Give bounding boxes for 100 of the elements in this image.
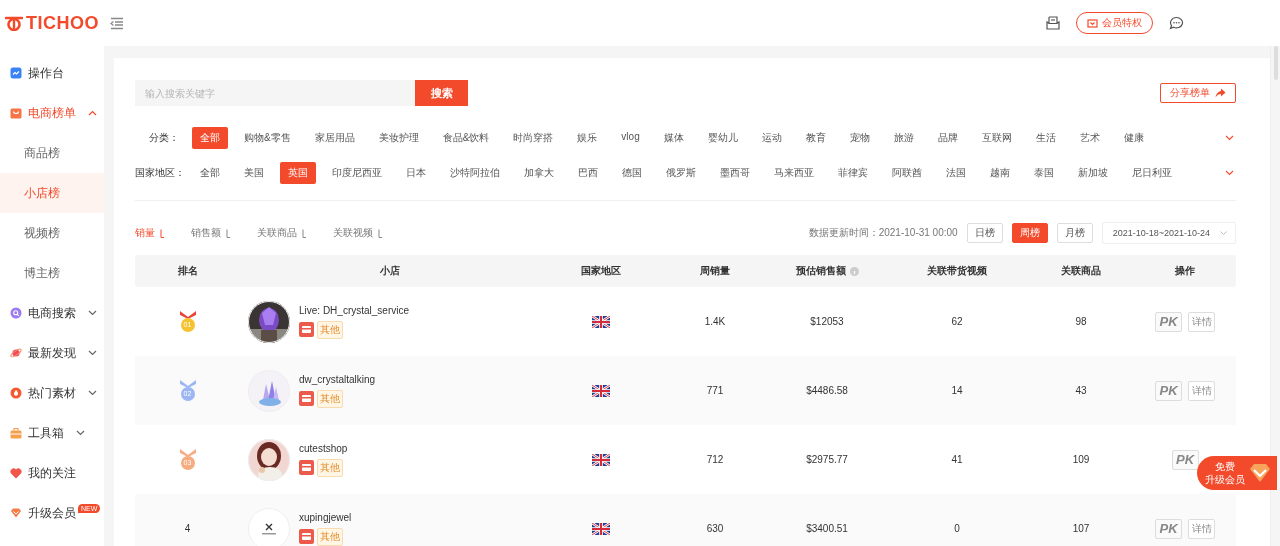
filter-option[interactable]: 宠物 — [841, 126, 878, 149]
filter-option[interactable]: 婴幼儿 — [699, 126, 746, 149]
chevron-icon — [88, 390, 97, 396]
diamond-icon — [1248, 463, 1272, 483]
nav-item[interactable]: 最新发现 — [0, 333, 104, 373]
detail-button[interactable]: 详情 — [1188, 518, 1215, 539]
table-cell: 41 — [951, 454, 963, 465]
column-header: 小店 — [380, 264, 400, 278]
uk-flag-icon — [592, 522, 610, 535]
filter-option[interactable]: 媒体 — [655, 126, 692, 149]
column-header: 国家地区 — [581, 264, 621, 278]
filter-option[interactable]: 教育 — [797, 126, 834, 149]
filter-option[interactable]: 品牌 — [929, 126, 966, 149]
filter-option[interactable]: 越南 — [982, 161, 1018, 184]
detail-button[interactable]: 详情 — [1188, 311, 1215, 332]
filter-option[interactable]: 互联网 — [973, 126, 1020, 149]
filter-option[interactable]: 马来西亚 — [766, 161, 822, 184]
search-button[interactable]: 搜索 — [415, 80, 468, 106]
sort-tab[interactable]: 销售额 — [191, 226, 231, 240]
filter-option[interactable]: 购物&零售 — [236, 126, 299, 149]
filter-option[interactable]: 印度尼西亚 — [324, 161, 390, 184]
period-button[interactable]: 月榜 — [1056, 223, 1093, 243]
filter-option[interactable]: 全部 — [192, 161, 228, 184]
filter-option[interactable]: 阿联酋 — [884, 161, 930, 184]
expand-chevron-icon[interactable] — [1225, 134, 1234, 141]
uk-flag-icon — [592, 315, 610, 328]
scrollbar[interactable] — [1270, 46, 1280, 546]
filter-option[interactable]: 德国 — [614, 161, 650, 184]
expand-chevron-icon[interactable] — [1225, 169, 1234, 176]
filter-option[interactable]: 美国 — [236, 161, 272, 184]
filter-option[interactable]: 法国 — [938, 161, 974, 184]
filter-option[interactable]: 巴西 — [570, 161, 606, 184]
filter-label: 分类： — [148, 130, 179, 145]
filter-option[interactable]: 新加坡 — [1070, 161, 1116, 184]
filter-option[interactable]: 娱乐 — [569, 126, 606, 149]
period-button[interactable]: 日榜 — [966, 223, 1003, 243]
filter-option[interactable]: 食品&饮料 — [434, 126, 498, 149]
filter-option[interactable]: 墨西哥 — [712, 161, 758, 184]
filter-option[interactable]: 菲律宾 — [830, 161, 876, 184]
shop-name[interactable]: xupingjewel — [299, 511, 352, 523]
filter-option[interactable]: 艺术 — [1071, 126, 1108, 149]
upgrade-promo-button[interactable]: 免费 升级会员 — [1197, 456, 1277, 490]
shop-name[interactable]: dw_crystaltalking — [299, 373, 376, 385]
table-cell: 107 — [1072, 523, 1090, 534]
filter-option[interactable]: 时尚穿搭 — [505, 126, 562, 149]
table-cell: 630 — [706, 523, 724, 534]
chevron-icon — [88, 310, 97, 316]
table-cell: $4486.58 — [806, 385, 848, 396]
nav-icon — [10, 427, 22, 439]
filter-option[interactable]: vlog — [613, 126, 648, 149]
nav-subitem[interactable]: 博主榜 — [0, 253, 104, 293]
vip-button[interactable]: 会员特权 — [1076, 12, 1153, 34]
nav-item[interactable]: 电商榜单 — [0, 93, 104, 133]
period-button[interactable]: 周榜 — [1011, 223, 1048, 243]
table-cell: 109 — [1072, 454, 1090, 465]
nav-item[interactable]: 操作台 — [0, 53, 104, 93]
filter-option[interactable]: 英国 — [280, 161, 316, 184]
nav-subitem[interactable]: 商品榜 — [0, 133, 104, 173]
inbox-icon[interactable] — [1046, 16, 1060, 30]
filter-option[interactable]: 泰国 — [1026, 161, 1062, 184]
table-cell: 14 — [951, 385, 963, 396]
nav-subitem[interactable]: 视频榜 — [0, 213, 104, 253]
filter-option[interactable]: 生活 — [1027, 126, 1064, 149]
filter-option[interactable]: 加拿大 — [516, 161, 562, 184]
collapse-menu-icon[interactable] — [110, 16, 124, 30]
chat-icon[interactable] — [1169, 16, 1184, 30]
table-cell: 712 — [706, 454, 724, 465]
filter-option[interactable]: 运动 — [753, 126, 790, 149]
nav-icon — [10, 387, 22, 399]
shop-icon — [299, 322, 314, 337]
chevron-icon — [76, 430, 85, 436]
nav-item[interactable]: 工具箱 — [0, 413, 104, 453]
share-button[interactable]: 分享榜单 — [1160, 83, 1236, 103]
logo-icon — [5, 15, 23, 31]
nav-item[interactable]: 我的关注 — [0, 453, 104, 493]
filter-option[interactable]: 俄罗斯 — [658, 161, 704, 184]
filter-option[interactable]: 旅游 — [885, 126, 922, 149]
logo[interactable]: TICHOO — [0, 12, 110, 34]
sort-tab[interactable]: 关联视频 — [333, 226, 383, 240]
filter-option[interactable]: 家居用品 — [306, 126, 363, 149]
table-cell: 771 — [706, 385, 724, 396]
shop-name[interactable]: Live: DH_crystal_service — [299, 304, 410, 316]
nav-item[interactable]: 电商搜索 — [0, 293, 104, 333]
scroll-thumb[interactable] — [1273, 46, 1278, 80]
sort-tab[interactable]: 关联商品 — [257, 226, 307, 240]
filter-option[interactable]: 美妆护理 — [370, 126, 427, 149]
sort-tab[interactable]: 销量 — [135, 226, 165, 240]
nav-icon — [10, 107, 22, 119]
date-range-select[interactable]: 2021-10-18~2021-10-24 — [1101, 222, 1236, 244]
shop-name[interactable]: cutestshop — [299, 442, 348, 454]
filter-option[interactable]: 健康 — [1115, 126, 1152, 149]
nav-icon — [10, 307, 22, 319]
filter-option[interactable]: 日本 — [398, 161, 434, 184]
filter-option[interactable]: 沙特阿拉伯 — [442, 161, 508, 184]
nav-item[interactable]: 热门素材 — [0, 373, 104, 413]
filter-option[interactable]: 全部 — [192, 126, 228, 149]
table-cell: 62 — [951, 316, 963, 327]
detail-button[interactable]: 详情 — [1188, 380, 1215, 401]
filter-option[interactable]: 尼日利亚 — [1124, 161, 1180, 184]
update-time: 数据更新时间：2021-10-31 00:00 — [808, 226, 958, 240]
